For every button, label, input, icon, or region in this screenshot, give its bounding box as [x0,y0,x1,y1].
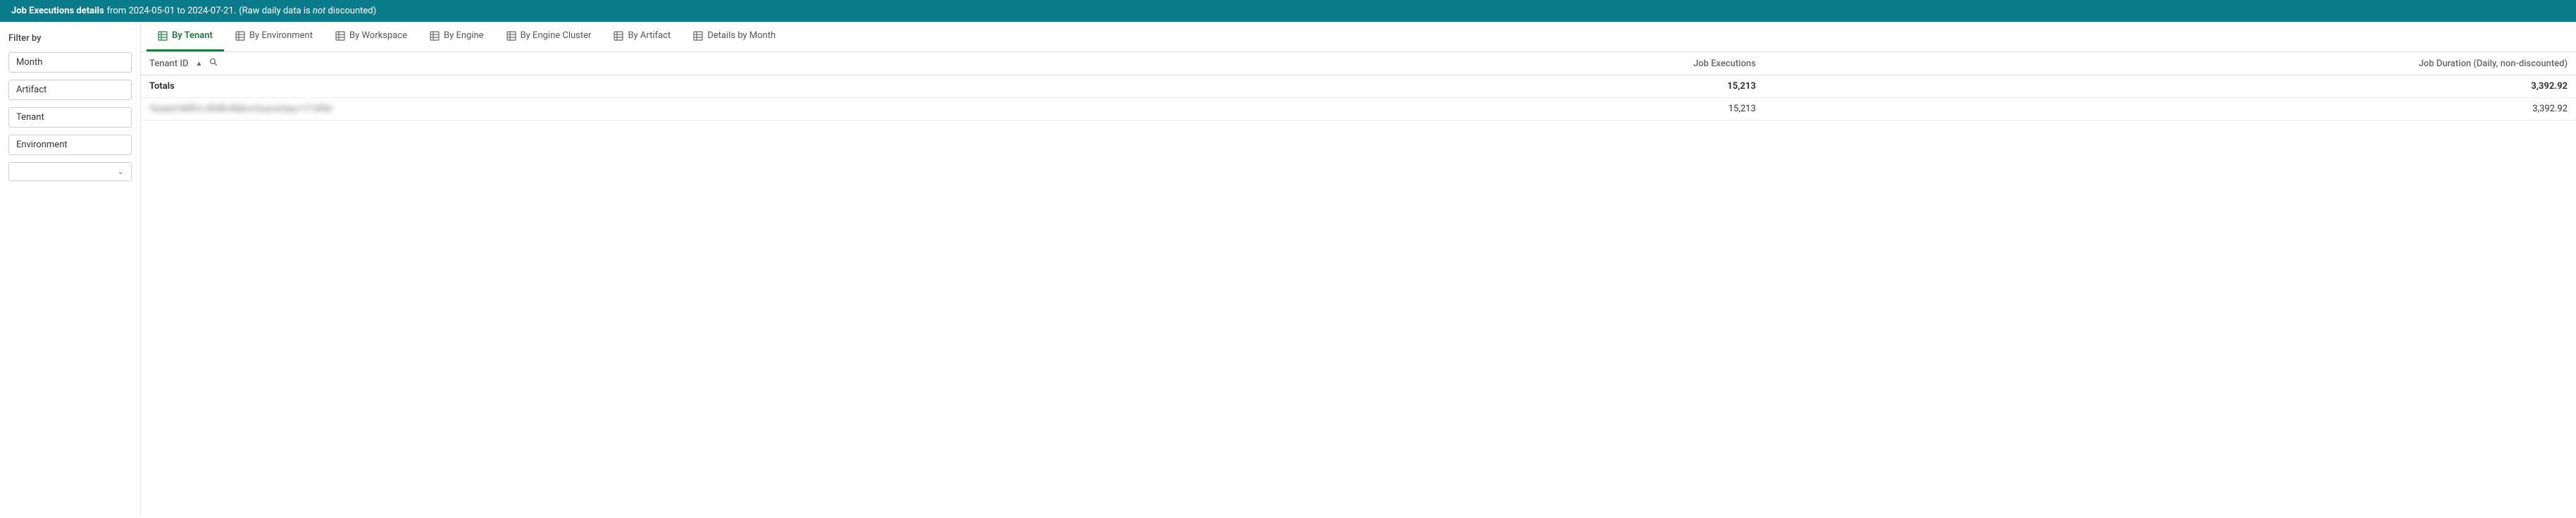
filter-month[interactable]: Month [8,52,132,73]
table-icon-art [614,31,623,41]
totals-job-executions: 15,213 [1277,75,1764,98]
col-header-tenant-id[interactable]: Tenant ID ▲ [141,52,1277,75]
sidebar: Filter by Month Artifact Tenant Environm… [0,22,141,514]
table-icon-dbm [693,31,703,41]
tab-by-environment-label: By Environment [249,30,313,41]
header-title-rest: from 2024-05-01 to 2024-07-21. [107,6,237,16]
row-job-duration: 3,392.92 [1765,98,2576,121]
tab-by-tenant-label: By Tenant [172,30,213,41]
data-table: Tenant ID ▲ Job [141,52,2576,121]
tab-by-workspace[interactable]: By Workspace [324,22,418,51]
tab-details-by-month[interactable]: Details by Month [682,22,787,51]
table-icon-env [235,31,245,41]
blurred-tenant-id: Tenant/9df01c-8948-4fb8-a1bce/e/bau/171d… [149,104,332,113]
filter-by-label: Filter by [8,33,132,44]
tab-by-tenant[interactable]: By Tenant [147,22,224,51]
header-note: (Raw daily data is not discounted) [239,6,376,16]
totals-job-duration: 3,392.92 [1765,75,2576,98]
filter-artifact[interactable]: Artifact [8,80,132,100]
tab-by-artifact[interactable]: By Artifact [602,22,682,51]
tab-by-environment[interactable]: By Environment [224,22,324,51]
table-icon [158,31,168,41]
tab-by-engine[interactable]: By Engine [418,22,495,51]
table-header-row: Tenant ID ▲ Job [141,52,2576,75]
main-container: Filter by Month Artifact Tenant Environm… [0,22,2576,514]
col-header-job-executions-label: Job Executions [1693,58,1756,69]
tab-by-engine-label: By Engine [444,30,484,41]
header-bar: Job Executions details from 2024-05-01 t… [0,0,2576,22]
filter-extra[interactable]: ⌄ [8,162,132,181]
col-header-tenant-id-label: Tenant ID [149,58,189,69]
tab-by-artifact-label: By Artifact [628,30,671,41]
table-row: Tenant/9df01c-8948-4fb8-a1bce/e/bau/171d… [141,98,2576,121]
sort-asc-icon[interactable]: ▲ [196,60,203,68]
table-icon-ws [335,31,345,41]
tab-details-by-month-label: Details by Month [707,30,776,41]
tab-by-workspace-label: By Workspace [349,30,407,41]
totals-row: Totals 15,213 3,392.92 [141,75,2576,98]
content-area: By Tenant By Environment [141,22,2576,514]
col-header-job-duration-label: Job Duration (Daily, non-discounted) [2419,58,2568,69]
table-container: Tenant ID ▲ Job [141,52,2576,514]
table-icon-ec [506,31,516,41]
header-title-bold: Job Executions details [11,6,104,16]
row-tenant-id: Tenant/9df01c-8948-4fb8-a1bce/e/bau/171d… [141,98,1277,121]
col-header-job-executions: Job Executions [1277,52,1764,75]
tab-by-engine-cluster-label: By Engine Cluster [521,30,592,41]
table-icon-eng [430,31,440,41]
totals-label: Totals [141,75,1277,98]
chevron-down-icon: ⌄ [118,167,124,176]
col-header-job-duration: Job Duration (Daily, non-discounted) [1765,52,2576,75]
row-job-executions: 15,213 [1277,98,1764,121]
tabs-bar: By Tenant By Environment [141,22,2576,52]
filter-section: Month Artifact Tenant Environment ⌄ [8,52,132,181]
tab-by-engine-cluster[interactable]: By Engine Cluster [495,22,603,51]
filter-environment[interactable]: Environment [8,135,132,155]
search-icon[interactable] [209,58,218,69]
filter-tenant[interactable]: Tenant [8,107,132,128]
